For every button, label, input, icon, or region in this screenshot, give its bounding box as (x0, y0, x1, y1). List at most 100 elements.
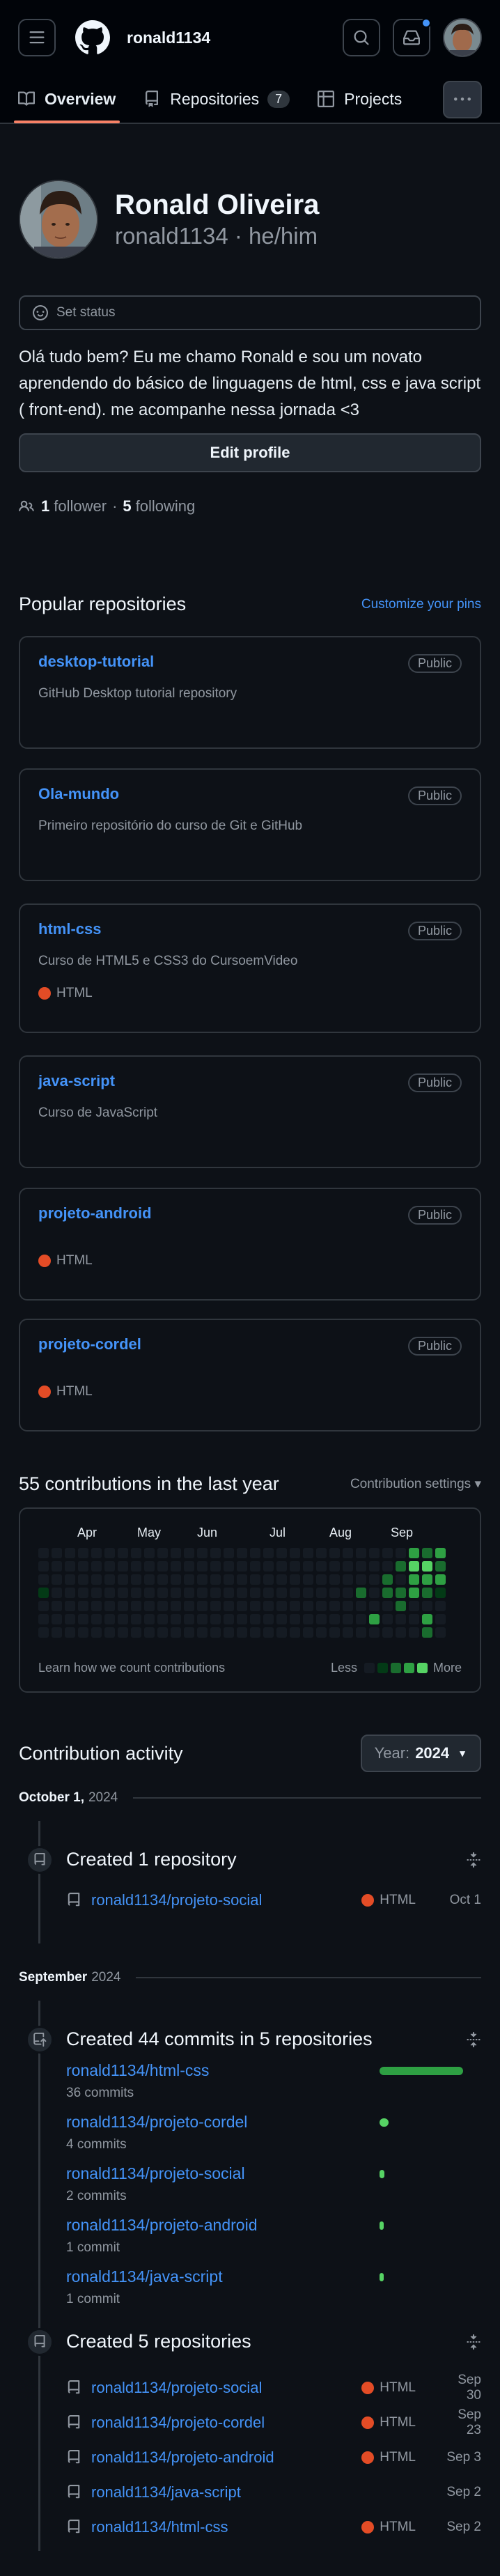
contribution-day[interactable] (144, 1588, 155, 1598)
contribution-day[interactable] (118, 1548, 128, 1558)
contribution-day[interactable] (435, 1601, 446, 1611)
contribution-day[interactable] (356, 1614, 366, 1624)
contribution-day[interactable] (369, 1601, 380, 1611)
contribution-day[interactable] (171, 1627, 181, 1638)
contribution-day[interactable] (237, 1601, 247, 1611)
contribution-day[interactable] (65, 1588, 75, 1598)
contribution-day[interactable] (104, 1548, 115, 1558)
contribution-day[interactable] (38, 1574, 49, 1585)
contribution-day[interactable] (263, 1548, 274, 1558)
contribution-day[interactable] (197, 1601, 208, 1611)
contribution-day[interactable] (78, 1627, 88, 1638)
contribution-day[interactable] (52, 1614, 62, 1624)
contribution-day[interactable] (118, 1561, 128, 1572)
contribution-day[interactable] (210, 1561, 221, 1572)
contribution-day[interactable] (237, 1627, 247, 1638)
contribution-day[interactable] (276, 1601, 287, 1611)
contribution-day[interactable] (237, 1588, 247, 1598)
contribution-day[interactable] (104, 1614, 115, 1624)
contribution-day[interactable] (224, 1588, 234, 1598)
contribution-day[interactable] (343, 1574, 353, 1585)
contribution-day[interactable] (157, 1614, 168, 1624)
contribution-day[interactable] (91, 1561, 102, 1572)
contribution-day[interactable] (276, 1561, 287, 1572)
contribution-day[interactable] (422, 1574, 432, 1585)
contribution-day[interactable] (409, 1574, 419, 1585)
contribution-day[interactable] (356, 1548, 366, 1558)
contribution-day[interactable] (131, 1601, 141, 1611)
contribution-day[interactable] (356, 1561, 366, 1572)
pinned-repo-name[interactable]: projeto-android (38, 1204, 152, 1222)
contribution-day[interactable] (343, 1548, 353, 1558)
contribution-day[interactable] (316, 1548, 327, 1558)
contribution-day[interactable] (52, 1548, 62, 1558)
contribution-day[interactable] (316, 1627, 327, 1638)
contribution-day[interactable] (276, 1548, 287, 1558)
contribution-day[interactable] (329, 1614, 340, 1624)
contribution-day[interactable] (316, 1588, 327, 1598)
contribution-day[interactable] (369, 1588, 380, 1598)
contribution-day[interactable] (91, 1588, 102, 1598)
contribution-day[interactable] (171, 1574, 181, 1585)
contribution-day[interactable] (118, 1627, 128, 1638)
contribution-day[interactable] (343, 1561, 353, 1572)
contribution-day[interactable] (224, 1561, 234, 1572)
commit-repo-link[interactable]: ronald1134/projeto-android (66, 2216, 258, 2234)
contribution-day[interactable] (369, 1574, 380, 1585)
contribution-day[interactable] (356, 1627, 366, 1638)
contribution-day[interactable] (104, 1574, 115, 1585)
profile-avatar[interactable] (19, 180, 98, 259)
contribution-day[interactable] (435, 1574, 446, 1585)
contribution-day[interactable] (329, 1601, 340, 1611)
contribution-day[interactable] (144, 1627, 155, 1638)
contribution-day[interactable] (303, 1561, 313, 1572)
contribution-day[interactable] (329, 1548, 340, 1558)
contribution-day[interactable] (38, 1548, 49, 1558)
contribution-day[interactable] (263, 1574, 274, 1585)
fold-icon[interactable] (466, 2031, 481, 2047)
contribution-day[interactable] (224, 1574, 234, 1585)
contribution-day[interactable] (184, 1588, 194, 1598)
contribution-day[interactable] (409, 1548, 419, 1558)
contribution-day[interactable] (131, 1588, 141, 1598)
edit-profile-button[interactable]: Edit profile (19, 433, 481, 472)
created-repo-link[interactable]: ronald1134/projeto-social (91, 1891, 361, 1909)
customize-pins-link[interactable]: Customize your pins (361, 597, 481, 612)
contribution-day[interactable] (263, 1561, 274, 1572)
contribution-day[interactable] (91, 1614, 102, 1624)
contribution-day[interactable] (157, 1561, 168, 1572)
contribution-day[interactable] (157, 1588, 168, 1598)
contribution-day[interactable] (38, 1601, 49, 1611)
contribution-day[interactable] (210, 1614, 221, 1624)
contribution-day[interactable] (224, 1614, 234, 1624)
contribution-day[interactable] (78, 1574, 88, 1585)
contribution-day[interactable] (396, 1614, 406, 1624)
contribution-day[interactable] (184, 1614, 194, 1624)
contribution-day[interactable] (197, 1574, 208, 1585)
contribution-day[interactable] (131, 1627, 141, 1638)
contribution-day[interactable] (171, 1614, 181, 1624)
tab-overview[interactable]: Overview (13, 75, 120, 123)
contribution-day[interactable] (290, 1614, 300, 1624)
contribution-day[interactable] (435, 1614, 446, 1624)
contribution-day[interactable] (210, 1627, 221, 1638)
contribution-day[interactable] (290, 1627, 300, 1638)
contribution-day[interactable] (343, 1588, 353, 1598)
pinned-repo-name[interactable]: java-script (38, 1072, 115, 1089)
contribution-day[interactable] (250, 1601, 260, 1611)
contribution-day[interactable] (237, 1574, 247, 1585)
following-link[interactable]: 5 following (123, 497, 195, 515)
contribution-day[interactable] (157, 1574, 168, 1585)
tab-repositories[interactable]: Repositories 7 (143, 75, 290, 123)
commit-repo-link[interactable]: ronald1134/projeto-social (66, 2164, 245, 2182)
contribution-day[interactable] (91, 1548, 102, 1558)
contribution-day[interactable] (263, 1588, 274, 1598)
contribution-day[interactable] (118, 1588, 128, 1598)
pinned-repo-name[interactable]: html-css (38, 920, 101, 938)
contribution-day[interactable] (197, 1627, 208, 1638)
contribution-day[interactable] (184, 1548, 194, 1558)
contribution-day[interactable] (435, 1627, 446, 1638)
menu-button[interactable] (18, 19, 56, 56)
contribution-day[interactable] (197, 1614, 208, 1624)
contribution-day[interactable] (91, 1601, 102, 1611)
